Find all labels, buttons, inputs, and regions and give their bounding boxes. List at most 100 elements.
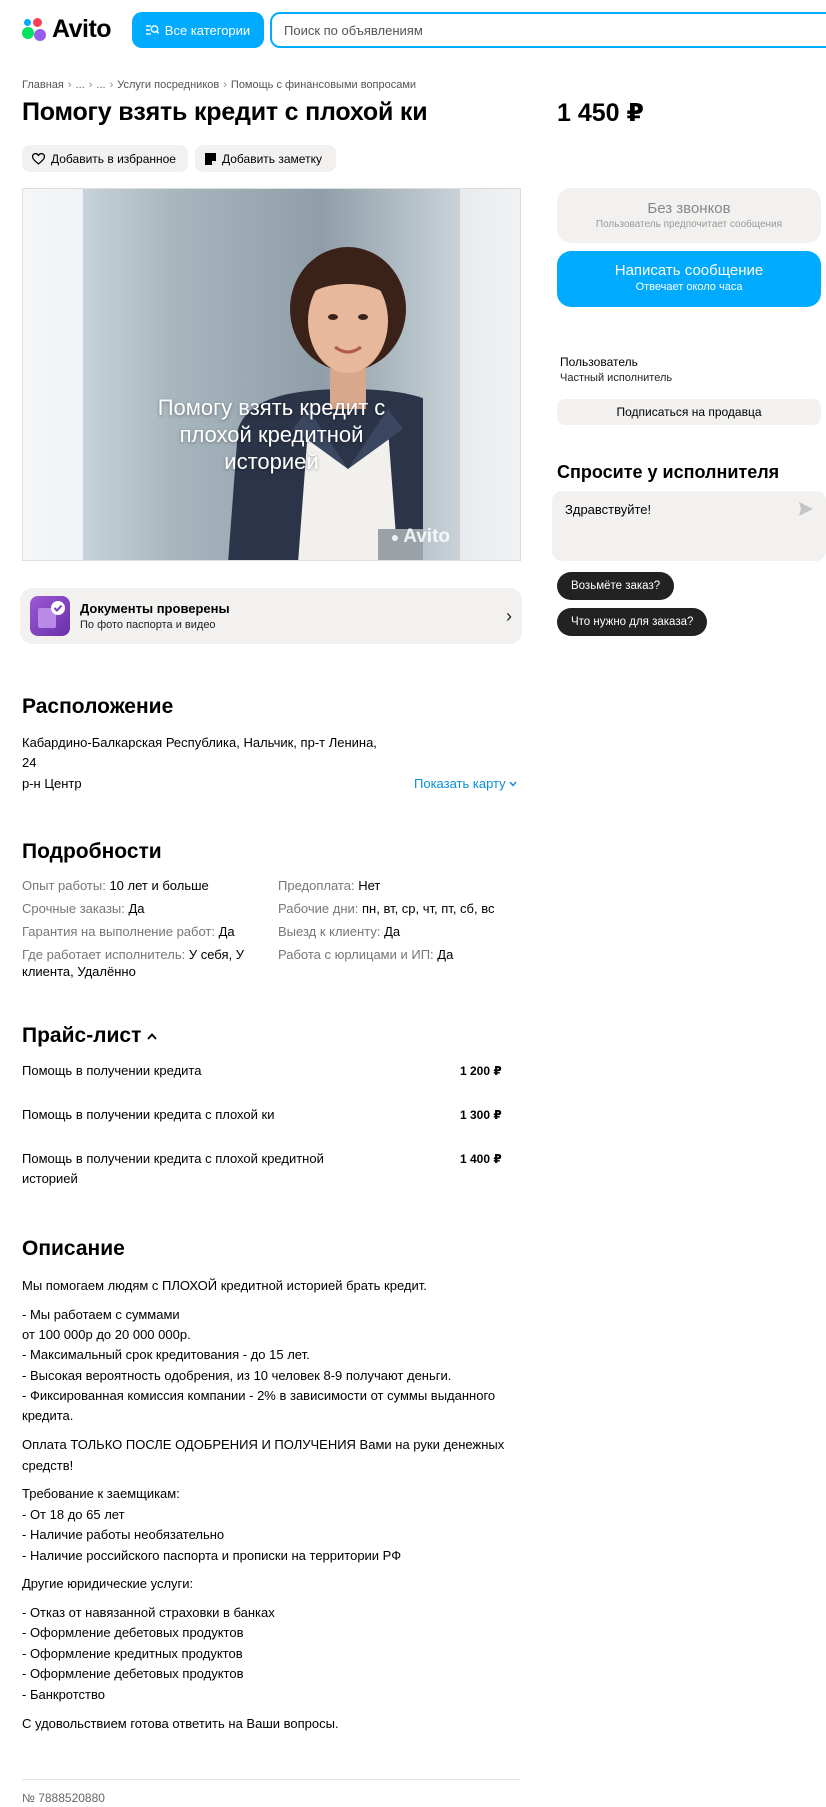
breadcrumb-separator: › xyxy=(223,79,227,91)
verified-documents-icon xyxy=(30,596,70,636)
listing-number: № 7888520880 xyxy=(22,1791,105,1805)
pricelist-item-price: 1 300 ₽ xyxy=(460,1108,502,1122)
detail-visit: Выезд к клиенту: Да xyxy=(278,924,400,939)
detail-guarantee: Гарантия на выполнение работ: Да xyxy=(22,924,235,939)
description-line: - Банкротство xyxy=(22,1687,105,1702)
breadcrumb-item[interactable]: ... xyxy=(96,79,105,91)
listing-price: 1 450 ₽ xyxy=(557,99,644,127)
detail-value: Да xyxy=(128,901,145,916)
ask-message-input[interactable]: Здравствуйте! xyxy=(552,491,826,561)
documents-verified-text: Документы проверены По фото паспорта и в… xyxy=(80,601,230,631)
location-heading: Расположение xyxy=(22,695,174,718)
watermark-dots-icon: ● xyxy=(390,529,400,545)
add-to-favorites-button[interactable]: Добавить в избранное xyxy=(22,145,188,172)
detail-value: Да xyxy=(218,924,235,939)
location-address-cont: 24 xyxy=(22,755,37,770)
detail-legal-entities: Работа с юрлицами и ИП: Да xyxy=(278,947,453,962)
all-categories-button[interactable]: Все категории xyxy=(132,12,264,48)
quick-question-chip[interactable]: Возьмёте заказ? xyxy=(557,572,675,600)
documents-verified-card[interactable]: Документы проверены По фото паспорта и в… xyxy=(20,588,522,644)
detail-value: У себя, У xyxy=(188,947,244,962)
detail-prepayment: Предоплата: Нет xyxy=(278,878,380,893)
description-line: - Мы работаем с суммами xyxy=(22,1307,180,1322)
pricelist-item-name-cont: историей xyxy=(22,1171,78,1186)
categories-search-icon xyxy=(145,25,159,35)
watermark-text: Avito xyxy=(403,526,450,547)
detail-label: Выезд к клиенту: xyxy=(278,924,381,939)
location-address: Кабардино-Балкарская Республика, Нальчик… xyxy=(22,735,377,750)
listing-photo[interactable]: Помогу взять кредит с плохой кредитной и… xyxy=(22,188,521,561)
chevron-down-icon xyxy=(509,781,517,787)
ask-message-text: Здравствуйте! xyxy=(565,502,652,517)
pricelist-item-price: 1 200 ₽ xyxy=(460,1064,502,1078)
documents-verified-title: Документы проверены xyxy=(80,601,230,616)
pricelist-item-name: Помощь в получении кредита xyxy=(22,1063,202,1078)
send-icon[interactable] xyxy=(798,501,814,517)
show-map-link[interactable]: Показать карту xyxy=(414,776,517,791)
description-heading: Описание xyxy=(22,1237,125,1260)
ask-performer-heading: Спросите у исполнителя xyxy=(557,462,780,482)
subscribe-seller-button[interactable]: Подписаться на продавца xyxy=(557,399,821,425)
search-input[interactable] xyxy=(270,12,826,48)
detail-label: Опыт работы: xyxy=(22,878,106,893)
avito-logo-icon xyxy=(22,17,48,41)
breadcrumb-item-financial[interactable]: Помощь с финансовыми вопросами xyxy=(231,79,416,91)
description-line: - Наличие работы необязательно xyxy=(22,1527,225,1542)
documents-verified-subtitle: По фото паспорта и видео xyxy=(80,619,216,631)
listing-title: Помогу взять кредит с плохой ки xyxy=(22,98,428,126)
footer-divider xyxy=(22,1779,520,1780)
show-map-label: Показать карту xyxy=(414,776,506,791)
details-heading: Подробности xyxy=(22,840,162,863)
detail-label: Рабочие дни: xyxy=(278,901,359,916)
photo-window-left xyxy=(23,189,83,560)
photo-caption-line: плохой кредитной xyxy=(179,422,364,447)
breadcrumb-separator: › xyxy=(109,79,114,91)
description-line: - Наличие российского паспорта и прописк… xyxy=(22,1548,402,1563)
detail-label: Предоплата: xyxy=(278,878,355,893)
detail-value: Нет xyxy=(358,878,381,893)
detail-work-location-cont: клиента, Удалённо xyxy=(22,964,136,979)
write-message-subtitle: Отвечает около часа xyxy=(635,281,743,293)
note-icon xyxy=(205,152,216,165)
avito-logo[interactable]: Avito xyxy=(22,14,112,44)
pricelist-item-name: Помощь в получении кредита с плохой ки xyxy=(22,1107,275,1122)
no-calls-subtitle: Пользователь предпочитает сообщения xyxy=(595,219,783,230)
logo-text: Avito xyxy=(52,14,112,43)
description-line: - Оформление дебетовых продуктов xyxy=(22,1625,244,1640)
description-line: - Оформление дебетовых продуктов xyxy=(22,1666,244,1681)
photo-window-right xyxy=(460,189,520,560)
detail-value: Да xyxy=(437,947,454,962)
detail-value: клиента, Удалённо xyxy=(22,964,136,979)
breadcrumb-item-home[interactable]: Главная xyxy=(22,79,64,91)
breadcrumb-item-intermediaries[interactable]: Услуги посредников xyxy=(117,79,219,91)
detail-work-location: Где работает исполнитель: У себя, У xyxy=(22,947,244,962)
photo-caption: Помогу взять кредит с плохой кредитной и… xyxy=(23,394,520,475)
write-message-button[interactable]: Написать сообщение Отвечает около часа xyxy=(557,251,821,307)
photo-watermark: ● Avito xyxy=(391,526,450,548)
detail-label: Срочные заказы: xyxy=(22,901,125,916)
breadcrumb-item[interactable]: ... xyxy=(76,79,85,91)
description-line: Мы помогаем людям с ПЛОХОЙ кредитной ист… xyxy=(22,1278,427,1293)
chevron-up-icon xyxy=(147,1032,158,1040)
photo-caption-line: Помогу взять кредит с xyxy=(157,395,386,420)
pricelist-item-name: Помощь в получении кредита с плохой кред… xyxy=(22,1151,324,1166)
description-line: С удовольствием готова ответить на Ваши … xyxy=(22,1716,339,1731)
quick-question-chip[interactable]: Что нужно для заказа? xyxy=(557,608,708,636)
no-calls-button: Без звонков Пользователь предпочитает со… xyxy=(557,188,821,243)
pricelist-toggle[interactable]: Прайс-лист xyxy=(22,1024,158,1048)
no-calls-title: Без звонков xyxy=(647,200,731,217)
breadcrumb-separator: › xyxy=(88,79,93,91)
seller-name[interactable]: Пользователь xyxy=(560,355,638,369)
photo-caption-line: историей xyxy=(224,449,319,474)
description-line: Другие юридические услуги: xyxy=(22,1576,194,1591)
description-line: - Отказ от навязанной страховки в банках xyxy=(22,1605,275,1620)
add-note-button[interactable]: Добавить заметку xyxy=(195,145,336,172)
description-line: - Высокая вероятность одобрения, из 10 ч… xyxy=(22,1368,452,1383)
description-line: - От 18 до 65 лет xyxy=(22,1507,125,1522)
add-to-favorites-label: Добавить в избранное xyxy=(51,151,176,166)
description-line: - Фиксированная комиссия компании - 2% в… xyxy=(22,1388,496,1403)
detail-label: Работа с юрлицами и ИП: xyxy=(278,947,434,962)
detail-urgent: Срочные заказы: Да xyxy=(22,901,145,916)
description-line: Требование к заемщикам: xyxy=(22,1486,180,1501)
detail-experience: Опыт работы: 10 лет и больше xyxy=(22,878,209,893)
